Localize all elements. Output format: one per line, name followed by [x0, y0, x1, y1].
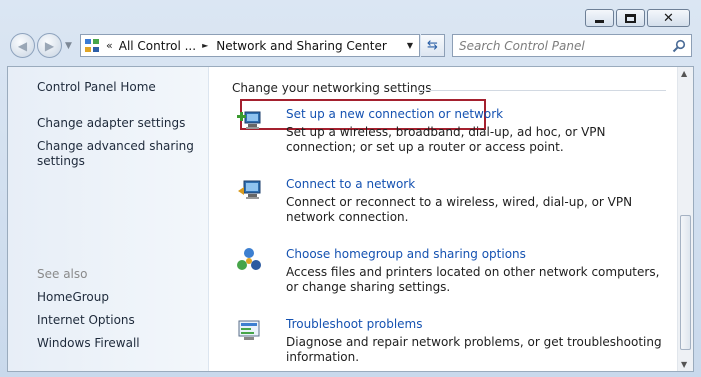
- sidebar-link-change-adapter-settings[interactable]: Change adapter settings: [37, 116, 185, 131]
- window-controls: ✕: [585, 9, 690, 27]
- sidebar-link-windows-firewall[interactable]: Windows Firewall: [37, 336, 140, 351]
- sidebar: Control Panel Home Change adapter settin…: [8, 67, 209, 371]
- troubleshoot-icon: [236, 317, 262, 343]
- task-description: Set up a wireless, broadband, dial-up, a…: [286, 125, 606, 154]
- link-troubleshoot-problems[interactable]: Troubleshoot problems: [286, 317, 422, 331]
- refresh-button[interactable]: ⇆: [421, 34, 445, 57]
- task-description: Diagnose and repair network problems, or…: [286, 335, 662, 364]
- breadcrumb-network-sharing-center[interactable]: Network and Sharing Center: [216, 39, 387, 53]
- refresh-icon: ⇆: [427, 38, 438, 53]
- nav-buttons: ◀ ▶ ▼: [10, 33, 72, 58]
- new-connection-icon: [236, 107, 262, 133]
- breadcrumb-overflow-icon[interactable]: «: [106, 39, 113, 52]
- minimize-icon: [595, 19, 604, 23]
- maximize-icon: [625, 13, 636, 23]
- link-homegroup-sharing-options[interactable]: Choose homegroup and sharing options: [286, 247, 526, 261]
- main-panel: Change your networking settings Set up a…: [210, 67, 677, 371]
- section-divider: [418, 90, 666, 91]
- back-arrow-icon: ◀: [17, 38, 28, 53]
- homegroup-icon: [236, 247, 262, 273]
- task-description: Connect or reconnect to a wireless, wire…: [286, 195, 633, 224]
- sidebar-link-control-panel-home[interactable]: Control Panel Home: [37, 80, 156, 95]
- forward-arrow-icon: ▶: [44, 38, 55, 53]
- search-icon[interactable]: [672, 39, 686, 53]
- breadcrumb-all-control-panel[interactable]: All Control ...: [119, 39, 196, 53]
- content-area: Control Panel Home Change adapter settin…: [7, 66, 694, 372]
- see-also-heading: See also: [37, 267, 88, 281]
- vertical-scrollbar[interactable]: ▲ ▼: [677, 67, 693, 371]
- breadcrumb-arrow-icon[interactable]: ►: [202, 41, 208, 50]
- sidebar-link-internet-options[interactable]: Internet Options: [37, 313, 135, 328]
- section-title: Change your networking settings: [232, 81, 432, 95]
- back-button[interactable]: ◀: [10, 33, 35, 58]
- control-panel-icon: [84, 38, 100, 54]
- sidebar-link-homegroup[interactable]: HomeGroup: [37, 290, 109, 305]
- search-input[interactable]: Search Control Panel: [452, 34, 692, 57]
- minimize-button[interactable]: [585, 9, 614, 27]
- close-button[interactable]: ✕: [647, 9, 690, 27]
- scroll-up-icon[interactable]: ▲: [681, 69, 687, 78]
- recent-pages-dropdown-icon[interactable]: ▼: [65, 41, 72, 51]
- maximize-button[interactable]: [616, 9, 645, 27]
- close-icon: ✕: [663, 10, 674, 26]
- link-connect-to-network[interactable]: Connect to a network: [286, 177, 415, 191]
- connect-network-icon: [236, 177, 262, 203]
- address-dropdown-icon[interactable]: ▼: [407, 41, 413, 50]
- link-setup-new-connection[interactable]: Set up a new connection or network: [286, 107, 503, 121]
- sidebar-link-change-advanced-sharing[interactable]: Change advanced sharing settings: [37, 139, 197, 169]
- task-description: Access files and printers located on oth…: [286, 265, 660, 294]
- search-placeholder: Search Control Panel: [459, 38, 585, 53]
- scroll-thumb[interactable]: [680, 215, 691, 350]
- address-bar[interactable]: « All Control ... ► Network and Sharing …: [80, 34, 420, 57]
- scroll-down-icon[interactable]: ▼: [681, 360, 687, 369]
- forward-button[interactable]: ▶: [37, 33, 62, 58]
